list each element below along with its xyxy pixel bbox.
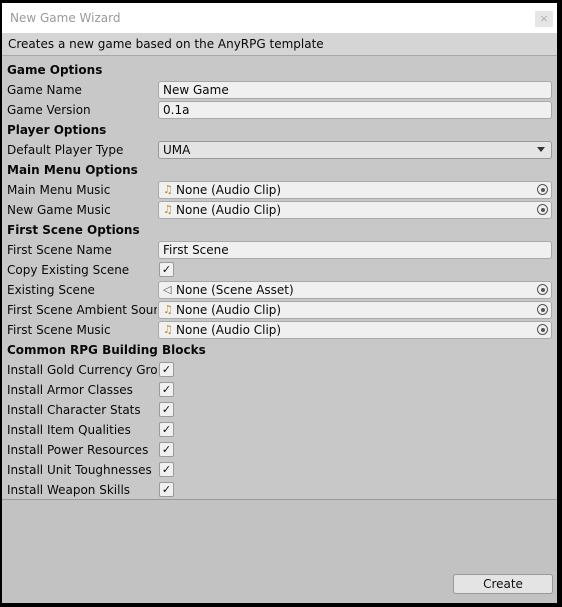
first-scene-ambient-value: None (Audio Clip)	[176, 303, 282, 317]
chevron-down-icon	[537, 147, 545, 152]
install-power-resources-checkbox[interactable]: ✓	[159, 442, 174, 457]
object-picker-icon[interactable]	[537, 204, 548, 215]
section-header: Game Options	[7, 63, 103, 77]
main-menu-music-row: Main Menu Music ♫ None (Audio Clip)	[2, 180, 557, 200]
object-picker-icon[interactable]	[537, 284, 548, 295]
copy-existing-scene-checkbox[interactable]: ✓	[159, 262, 174, 277]
first-scene-music-row: First Scene Music ♫ None (Audio Clip)	[2, 320, 557, 340]
section-header: First Scene Options	[7, 223, 140, 237]
section-building-blocks: Common RPG Building Blocks	[2, 340, 557, 360]
building-block-label: Install Power Resources	[7, 443, 149, 457]
music-note-icon: ♫	[163, 303, 173, 316]
main-menu-music-value: None (Audio Clip)	[176, 183, 282, 197]
game-version-row: Game Version 0.1a	[2, 100, 557, 120]
title-bar: New Game Wizard ×	[2, 3, 557, 33]
first-scene-music-label: First Scene Music	[7, 323, 111, 337]
existing-scene-object-field[interactable]: ◁ None (Scene Asset)	[158, 281, 552, 299]
first-scene-music-value: None (Audio Clip)	[176, 323, 282, 337]
section-header: Main Menu Options	[7, 163, 138, 177]
first-scene-name-input[interactable]: First Scene	[158, 241, 552, 259]
install-armor-classes-checkbox[interactable]: ✓	[159, 382, 174, 397]
game-version-input[interactable]: 0.1a	[158, 101, 552, 119]
main-menu-music-label: Main Menu Music	[7, 183, 111, 197]
building-block-row: Install Power Resources ✓	[2, 440, 557, 460]
new-game-music-row: New Game Music ♫ None (Audio Clip)	[2, 200, 557, 220]
install-item-qualities-checkbox[interactable]: ✓	[159, 422, 174, 437]
section-game-options: Game Options	[2, 60, 557, 80]
music-note-icon: ♫	[163, 183, 173, 196]
building-block-row: Install Gold Currency Group ✓	[2, 360, 557, 380]
building-block-row: Install Item Qualities ✓	[2, 420, 557, 440]
music-note-icon: ♫	[163, 203, 173, 216]
existing-scene-value: None (Scene Asset)	[176, 283, 294, 297]
help-text: Creates a new game based on the AnyRPG t…	[8, 37, 324, 51]
options-panel: Game Options Game Name New Game Game Ver…	[2, 56, 557, 500]
building-block-label: Install Character Stats	[7, 403, 141, 417]
object-picker-icon[interactable]	[537, 304, 548, 315]
game-name-row: Game Name New Game	[2, 80, 557, 100]
game-version-label: Game Version	[7, 103, 91, 117]
install-unit-toughnesses-checkbox[interactable]: ✓	[159, 462, 174, 477]
section-first-scene-options: First Scene Options	[2, 220, 557, 240]
window-title: New Game Wizard	[10, 11, 121, 25]
game-name-value: New Game	[163, 83, 229, 97]
first-scene-ambient-label: First Scene Ambient Sounds	[7, 303, 157, 317]
section-header: Player Options	[7, 123, 107, 137]
default-player-type-dropdown[interactable]: UMA	[158, 141, 552, 159]
first-scene-name-value: First Scene	[163, 243, 229, 257]
new-game-music-object-field[interactable]: ♫ None (Audio Clip)	[158, 201, 552, 219]
default-player-type-label: Default Player Type	[7, 143, 124, 157]
install-weapon-skills-checkbox[interactable]: ✓	[159, 482, 174, 497]
building-block-row: Install Unit Toughnesses ✓	[2, 460, 557, 480]
building-block-label: Install Item Qualities	[7, 423, 131, 437]
install-character-stats-checkbox[interactable]: ✓	[159, 402, 174, 417]
object-picker-icon[interactable]	[537, 184, 548, 195]
building-block-label: Install Armor Classes	[7, 383, 133, 397]
existing-scene-row: Existing Scene ◁ None (Scene Asset)	[2, 280, 557, 300]
first-scene-ambient-object-field[interactable]: ♫ None (Audio Clip)	[158, 301, 552, 319]
building-block-label: Install Unit Toughnesses	[7, 463, 152, 477]
game-name-label: Game Name	[7, 83, 82, 97]
music-note-icon: ♫	[163, 323, 173, 336]
section-main-menu-options: Main Menu Options	[2, 160, 557, 180]
section-header: Common RPG Building Blocks	[7, 343, 206, 357]
game-version-value: 0.1a	[163, 103, 190, 117]
building-block-row: Install Character Stats ✓	[2, 400, 557, 420]
building-block-label: Install Weapon Skills	[7, 483, 131, 497]
copy-existing-scene-label: Copy Existing Scene	[7, 263, 130, 277]
building-block-row: Install Armor Classes ✓	[2, 380, 557, 400]
building-block-label: Install Gold Currency Group	[7, 363, 157, 377]
default-player-type-value: UMA	[163, 143, 191, 157]
object-picker-icon[interactable]	[537, 324, 548, 335]
copy-existing-scene-row: Copy Existing Scene ✓	[2, 260, 557, 280]
new-game-wizard-window: New Game Wizard × Creates a new game bas…	[2, 3, 557, 603]
first-scene-ambient-row: First Scene Ambient Sounds ♫ None (Audio…	[2, 300, 557, 320]
main-menu-music-object-field[interactable]: ♫ None (Audio Clip)	[158, 181, 552, 199]
new-game-music-label: New Game Music	[7, 203, 111, 217]
existing-scene-label: Existing Scene	[7, 283, 95, 297]
first-scene-name-row: First Scene Name First Scene	[2, 240, 557, 260]
create-button[interactable]: Create	[453, 574, 553, 594]
help-box: Creates a new game based on the AnyRPG t…	[2, 33, 557, 56]
new-game-music-value: None (Audio Clip)	[176, 203, 282, 217]
unity-scene-icon: ◁	[163, 283, 172, 296]
default-player-type-row: Default Player Type UMA	[2, 140, 557, 160]
section-player-options: Player Options	[2, 120, 557, 140]
game-name-input[interactable]: New Game	[158, 81, 552, 99]
building-block-row: Install Weapon Skills ✓	[2, 480, 557, 500]
install-gold-currency-checkbox[interactable]: ✓	[159, 362, 174, 377]
first-scene-name-label: First Scene Name	[7, 243, 112, 257]
close-button[interactable]: ×	[535, 11, 553, 27]
first-scene-music-object-field[interactable]: ♫ None (Audio Clip)	[158, 321, 552, 339]
